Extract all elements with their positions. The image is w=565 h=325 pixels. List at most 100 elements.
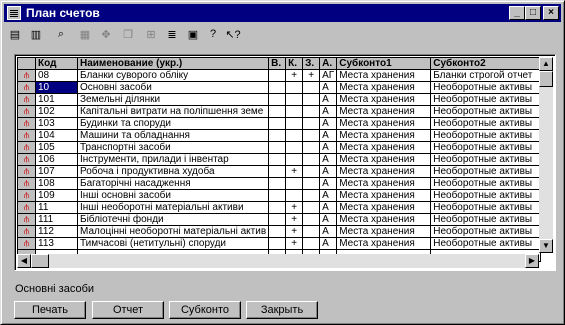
v-cell[interactable] xyxy=(268,141,287,154)
subconto1-cell[interactable]: Места хранения xyxy=(336,201,432,214)
table-row[interactable]: ⫛ 10 Основні засоби А Места хранения Необорот… xyxy=(17,81,542,94)
code-cell[interactable]: 102 xyxy=(35,105,78,118)
col-header-a[interactable]: А. xyxy=(319,57,338,70)
z-cell[interactable] xyxy=(302,201,321,214)
v-cell[interactable] xyxy=(268,237,287,250)
v-cell[interactable] xyxy=(268,225,287,238)
k-cell[interactable] xyxy=(285,141,304,154)
k-cell[interactable]: + xyxy=(285,237,304,250)
code-cell[interactable]: 109 xyxy=(35,189,78,202)
subconto1-cell[interactable]: Места хранения xyxy=(336,177,432,190)
k-cell[interactable] xyxy=(285,189,304,202)
z-cell[interactable] xyxy=(302,117,321,130)
z-cell[interactable] xyxy=(302,165,321,178)
name-cell[interactable]: Інші необоротні матеріальні активи xyxy=(76,201,270,214)
name-cell[interactable]: Бланки суворого обліку xyxy=(76,69,270,82)
table-row[interactable]: ⫛ 101 Земельні ділянки А Места хранения Необо… xyxy=(17,93,542,106)
close-window-button[interactable]: × xyxy=(543,6,559,20)
v-cell[interactable] xyxy=(268,129,287,142)
vertical-scroll-thumb[interactable] xyxy=(539,71,553,87)
v-cell[interactable] xyxy=(268,165,287,178)
k-cell[interactable] xyxy=(285,93,304,106)
a-cell[interactable]: А xyxy=(319,165,338,178)
code-cell[interactable]: 101 xyxy=(35,93,78,106)
subconto1-cell[interactable]: Места хранения xyxy=(336,141,432,154)
a-cell[interactable]: А xyxy=(319,129,338,142)
a-cell[interactable]: А xyxy=(319,177,338,190)
help-icon[interactable]: ? xyxy=(204,25,222,43)
a-cell[interactable]: А xyxy=(319,225,338,238)
new-record-icon[interactable]: ▤ xyxy=(6,25,24,43)
subconto-button[interactable]: Субконто xyxy=(169,301,241,319)
table-row[interactable]: ⫛ 111 Бібліотечні фонди + А Места хранения Нео… xyxy=(17,213,542,226)
z-cell[interactable] xyxy=(302,141,321,154)
close-button[interactable]: Закрыть xyxy=(246,301,318,319)
v-cell[interactable] xyxy=(268,153,287,166)
v-cell[interactable] xyxy=(268,177,287,190)
k-cell[interactable]: + xyxy=(285,213,304,226)
context-help-icon[interactable]: ↖? xyxy=(224,25,242,43)
k-cell[interactable]: + xyxy=(285,69,304,82)
code-cell[interactable]: 113 xyxy=(35,237,78,250)
code-cell[interactable]: 11 xyxy=(35,201,78,214)
k-cell[interactable] xyxy=(285,177,304,190)
v-cell[interactable] xyxy=(268,117,287,130)
z-cell[interactable] xyxy=(302,213,321,226)
table-row[interactable]: ⫛ 107 Робоча і продуктивна худоба + А Места х… xyxy=(17,165,542,178)
vertical-scrollbar[interactable]: ▲ ▼ xyxy=(539,57,553,253)
a-cell[interactable]: А xyxy=(319,213,338,226)
subconto2-cell[interactable]: Необоротные активы xyxy=(430,81,542,94)
edit-record-icon[interactable]: ▥ xyxy=(27,25,45,43)
z-cell[interactable] xyxy=(302,105,321,118)
subconto2-cell[interactable]: Необоротные активы xyxy=(430,165,542,178)
horizontal-scrollbar[interactable]: ◀ ▶ xyxy=(17,254,539,268)
name-cell[interactable]: Транспортні засоби xyxy=(76,141,270,154)
subconto1-cell[interactable]: Места хранения xyxy=(336,93,432,106)
maximize-button[interactable]: □ xyxy=(525,6,541,20)
k-cell[interactable] xyxy=(285,81,304,94)
move-icon[interactable]: ✥ xyxy=(97,25,115,43)
table-row[interactable]: ⫛ 104 Машини та обладнання А Места хранения Н… xyxy=(17,129,542,142)
code-cell[interactable]: 106 xyxy=(35,153,78,166)
a-cell[interactable]: А xyxy=(319,105,338,118)
k-cell[interactable]: + xyxy=(285,201,304,214)
subconto2-cell[interactable]: Необоротные активы xyxy=(430,177,542,190)
v-cell[interactable] xyxy=(268,69,287,82)
subconto2-cell[interactable]: Необоротные активы xyxy=(430,225,542,238)
z-cell[interactable] xyxy=(302,237,321,250)
name-cell[interactable]: Багаторічні насадження xyxy=(76,177,270,190)
name-cell[interactable]: Основні засоби xyxy=(76,81,270,94)
find-icon[interactable]: ⌕ xyxy=(52,25,70,43)
col-header-code[interactable]: Код xyxy=(35,57,78,70)
subconto1-cell[interactable]: Места хранения xyxy=(336,153,432,166)
code-cell[interactable]: 08 xyxy=(35,69,78,82)
print-button[interactable]: Печать xyxy=(14,301,86,319)
subconto1-cell[interactable]: Места хранения xyxy=(336,165,432,178)
table-row[interactable]: ⫛ 103 Будинки та споруди А Места хранения Нео… xyxy=(17,117,542,130)
delete-icon[interactable]: ▦ xyxy=(76,25,94,43)
table-row[interactable]: ⫛ 08 Бланки суворого обліку + + АГ Места хране… xyxy=(17,69,542,82)
subconto2-cell[interactable]: Необоротные активы xyxy=(430,153,542,166)
z-cell[interactable] xyxy=(302,93,321,106)
v-cell[interactable] xyxy=(268,93,287,106)
z-cell[interactable] xyxy=(302,153,321,166)
z-cell[interactable] xyxy=(302,129,321,142)
name-cell[interactable]: Будинки та споруди xyxy=(76,117,270,130)
k-cell[interactable] xyxy=(285,105,304,118)
subconto1-cell[interactable]: Места хранения xyxy=(336,225,432,238)
name-cell[interactable]: Машини та обладнання xyxy=(76,129,270,142)
name-cell[interactable]: Капітальні витрати на поліпшення земе xyxy=(76,105,270,118)
code-cell[interactable]: 103 xyxy=(35,117,78,130)
a-cell[interactable]: А xyxy=(319,237,338,250)
window-menu-icon[interactable] xyxy=(7,6,21,20)
table-row[interactable]: ⫛ 113 Тимчасові (нетитульні) споруди + А Мест… xyxy=(17,237,542,250)
code-cell[interactable]: 108 xyxy=(35,177,78,190)
subconto1-cell[interactable]: Места хранения xyxy=(336,213,432,226)
subconto1-cell[interactable]: Места хранения xyxy=(336,129,432,142)
code-cell[interactable]: 105 xyxy=(35,141,78,154)
v-cell[interactable] xyxy=(268,201,287,214)
z-cell[interactable] xyxy=(302,177,321,190)
subconto2-cell[interactable]: Необоротные активы xyxy=(430,117,542,130)
filter-icon[interactable]: ▣ xyxy=(184,25,202,43)
name-cell[interactable]: Земельні ділянки xyxy=(76,93,270,106)
